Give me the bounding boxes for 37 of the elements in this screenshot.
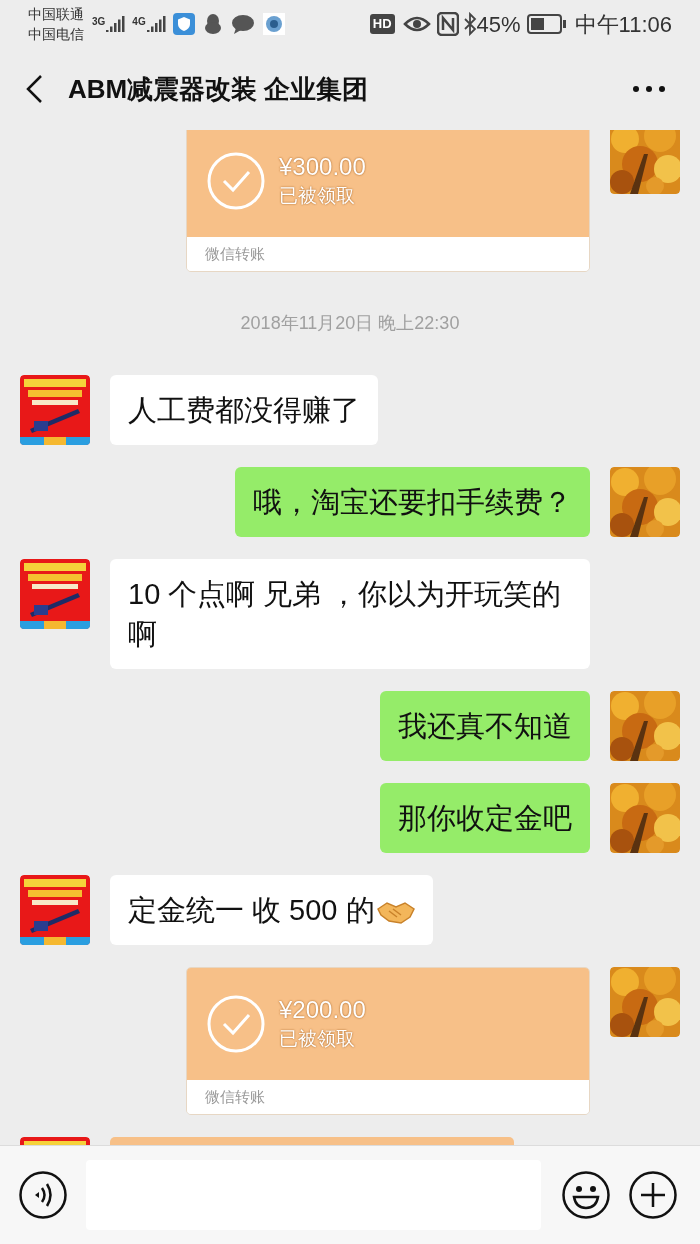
network-label: 3G [92, 16, 106, 28]
transfer-amount: ¥200.00 [279, 995, 366, 1025]
battery-icon [526, 13, 567, 35]
check-circle-icon [207, 152, 265, 210]
add-icon[interactable] [629, 1171, 677, 1219]
nfc-icon [436, 12, 459, 36]
check-circle-icon [207, 995, 265, 1053]
clock: 中午11:06 [574, 10, 672, 39]
camera-lens-icon [262, 13, 285, 35]
transfer-amount: ¥300.00 [279, 152, 366, 182]
hd-badge: HD [369, 14, 395, 34]
transfer-label: 微信转账 [205, 243, 265, 264]
chat-bubble-icon [230, 14, 255, 34]
voice-icon[interactable] [19, 1171, 67, 1219]
transfer-status: 已被领取 [279, 1027, 356, 1051]
shield-icon [172, 13, 195, 35]
bluetooth-icon [462, 12, 477, 36]
chat-title: ABM减震器改装 企业集团 [68, 72, 370, 106]
more-icon[interactable] [632, 85, 666, 93]
message-bubble: 人工费都没得赚了 [110, 375, 378, 445]
transfer-status: 已被领取 [279, 184, 356, 208]
penguin-icon [202, 13, 223, 35]
emoji-icon[interactable] [562, 1171, 610, 1219]
carrier-label: 中国电信 [28, 25, 84, 44]
signal-icon [146, 16, 167, 32]
network-label: 4G [132, 16, 146, 28]
eye-icon [402, 14, 431, 34]
message-bubble: 我还真不知道 [380, 691, 590, 761]
message-bubble: 哦，淘宝还要扣手续费？ [235, 467, 590, 537]
battery-percentage: 45% [476, 10, 521, 39]
message-bubble: 那你收定金吧 [380, 783, 590, 853]
transfer-label: 微信转账 [205, 1086, 265, 1107]
timestamp: 2018年11月20日 晚上22:30 [240, 312, 460, 335]
message-bubble: 定金统一 收 500 的 [110, 875, 433, 945]
signal-icon [106, 16, 127, 32]
carrier-label: 中国联通 [28, 5, 84, 24]
message-bubble: 10 个点啊 兄弟 ，你以为开玩笑的啊 [110, 559, 590, 669]
